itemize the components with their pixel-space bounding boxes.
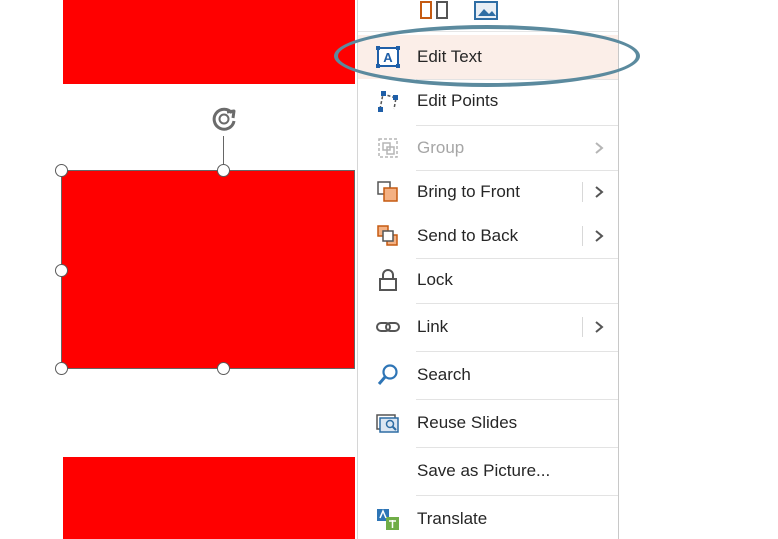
slide-canvas: A Edit Text Edit Points Group Bring to F… <box>0 0 778 539</box>
menu-item-label: Reuse Slides <box>417 413 518 432</box>
svg-text:A: A <box>383 50 393 65</box>
selected-red-rectangle[interactable] <box>62 171 355 369</box>
menu-item-label: Save as Picture... <box>417 461 551 480</box>
group-icon <box>374 134 402 162</box>
menu-item-group[interactable]: Group <box>358 126 618 170</box>
menu-item-label: Edit Text <box>417 47 482 66</box>
top-red-rectangle[interactable] <box>63 0 355 84</box>
menu-item-label: Translate <box>417 509 488 528</box>
edit-text-icon: A <box>374 43 402 71</box>
menu-separator <box>416 351 618 352</box>
chevron-right-icon[interactable] <box>592 185 606 199</box>
resize-handle-top-middle[interactable] <box>217 164 230 177</box>
submenu-divider <box>582 226 583 246</box>
submenu-divider <box>582 182 583 202</box>
menu-item-label: Bring to Front <box>417 182 520 201</box>
menu-item-edit-points[interactable]: Edit Points <box>358 79 618 123</box>
menu-item-edit-text[interactable]: A Edit Text <box>358 35 618 79</box>
chevron-right-icon[interactable] <box>592 320 606 334</box>
resize-handle-top-left[interactable] <box>55 164 68 177</box>
picture-format-icon[interactable] <box>472 0 502 22</box>
menu-item-save-as-picture[interactable]: Save as Picture... <box>358 449 618 493</box>
search-icon <box>374 361 402 389</box>
translate-icon <box>374 505 402 533</box>
menu-item-label: Lock <box>417 270 453 289</box>
reuse-slides-icon <box>374 409 402 437</box>
menu-item-send-to-back[interactable]: Send to Back <box>358 214 618 258</box>
menu-item-link[interactable]: Link <box>358 305 618 349</box>
menu-item-label: Search <box>417 365 471 384</box>
menu-separator <box>416 399 618 400</box>
menu-item-label: Send to Back <box>417 226 519 245</box>
context-menu: A Edit Text Edit Points Group Bring to F… <box>357 0 619 539</box>
edit-points-icon <box>374 87 402 115</box>
resize-handle-bottom-left[interactable] <box>55 362 68 375</box>
menu-separator <box>416 303 618 304</box>
link-icon <box>374 313 402 341</box>
menu-item-label: Link <box>417 317 449 336</box>
bottom-red-rectangle[interactable] <box>63 457 355 539</box>
menu-item-lock[interactable]: Lock <box>358 258 618 302</box>
menu-separator <box>416 495 618 496</box>
resize-handle-middle-left[interactable] <box>55 264 68 277</box>
menu-item-label: Group <box>417 138 465 157</box>
rotate-handle-icon[interactable] <box>208 103 240 135</box>
send-to-back-icon <box>374 222 402 250</box>
menu-item-label: Edit Points <box>417 91 499 110</box>
submenu-divider <box>582 317 583 337</box>
resize-handle-bottom-middle[interactable] <box>217 362 230 375</box>
menu-separator <box>416 447 618 448</box>
bring-to-front-icon <box>374 178 402 206</box>
shape-format-icon[interactable] <box>418 0 452 22</box>
chevron-right-icon <box>592 141 606 155</box>
menu-item-translate[interactable]: Translate <box>358 497 618 539</box>
chevron-right-icon[interactable] <box>592 229 606 243</box>
menu-item-bring-to-front[interactable]: Bring to Front <box>358 170 618 214</box>
menu-item-reuse-slides[interactable]: Reuse Slides <box>358 401 618 445</box>
menu-separator <box>358 31 618 32</box>
lock-icon <box>374 266 402 294</box>
menu-item-search[interactable]: Search <box>358 353 618 397</box>
